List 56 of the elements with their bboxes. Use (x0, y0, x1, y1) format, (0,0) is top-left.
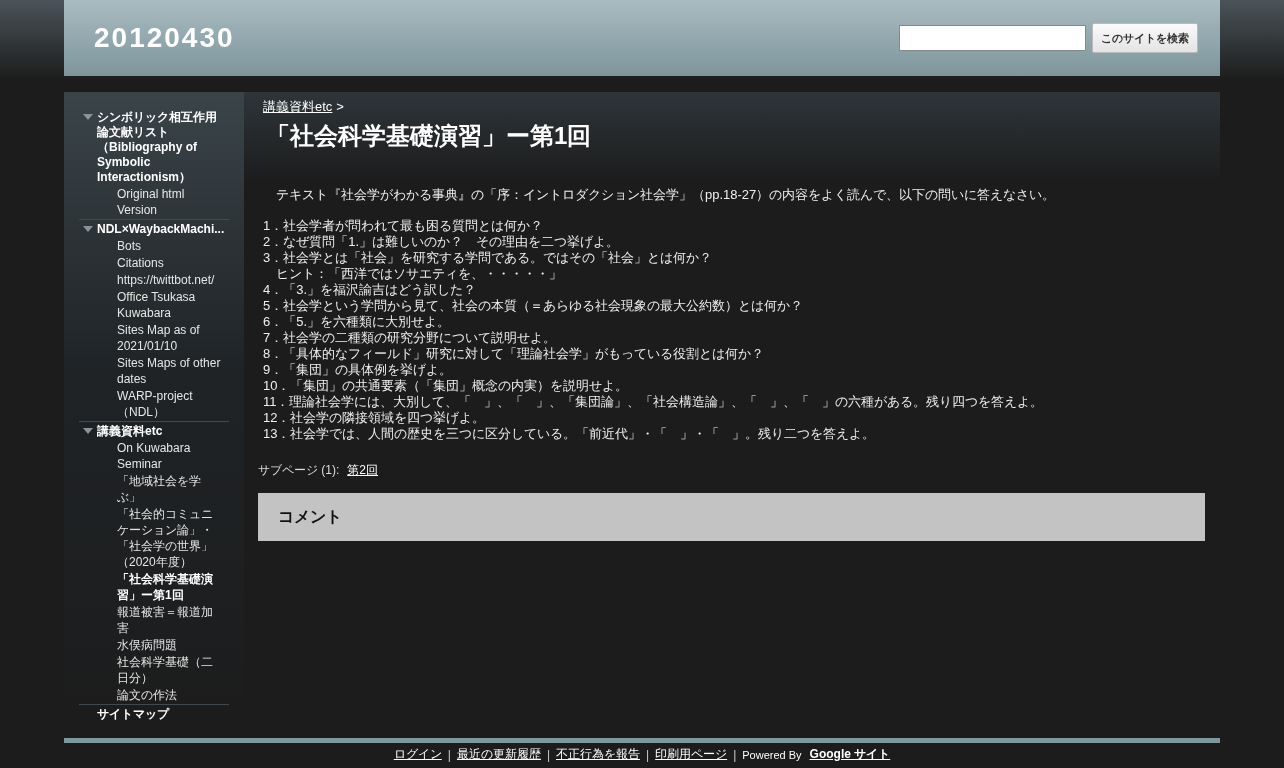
sidebar-link[interactable]: 「社会科学基礎演習」ー第1回 (79, 571, 229, 603)
sidebar-link[interactable]: 「社会的コミュニケーション論」・「社会学の世界」（2020年度） (79, 506, 229, 570)
sidebar-link[interactable]: 「地域社会を学ぶ」 (79, 473, 229, 505)
question-text: 12．社会学の隣接領域を四つ挙げよ。 (263, 410, 487, 426)
sidebar-link[interactable]: Office Tsukasa Kuwabara (79, 289, 229, 321)
expand-triangle-icon[interactable] (83, 428, 93, 434)
question-text: 11．理論社会学には、大別して、「 」、「 」、「集団論」、「社会構造論」、「 」、「 」の六種がある。残り四つを答えよ。 (263, 394, 1045, 410)
comments-heading: コメント (278, 506, 342, 527)
question-text: ヒント：「西洋ではソサエティを、・・・・・」 (275, 266, 563, 282)
question-text: 5．社会学という学問から見て、社会の本質（＝あらゆる社会現象の最大公約数）とは何か？ (263, 298, 805, 314)
sidebar-group-link[interactable]: シンボリック相互作用論文献リスト（Bibliography of Symbolic Interactionism） (97, 110, 229, 185)
expand-triangle-icon[interactable] (83, 114, 93, 120)
sidebar-link[interactable]: Sites Maps of other dates (79, 355, 229, 387)
question-text: 6．「5.」を六種類に大別せよ。 (263, 314, 452, 330)
sidebar-link[interactable]: 論文の作法 (79, 687, 229, 703)
question-text: 9．「集団」の具体例を挙げよ。 (263, 362, 454, 378)
sidebar-link[interactable]: 水俣病問題 (79, 637, 229, 653)
sidebar-link[interactable]: https://twittbot.net/ (79, 272, 229, 288)
sidebar-link[interactable]: Citations (79, 255, 229, 271)
sidebar-link[interactable]: Original html Version (79, 186, 229, 218)
sidebar-link[interactable]: 社会科学基礎（二日分） (79, 654, 229, 686)
sidebar-group-link[interactable]: サイトマップ (97, 707, 173, 722)
question-text: 1．社会学者が問われて最も困る質問とは何か？ (263, 218, 545, 234)
expand-triangle-icon[interactable] (83, 226, 93, 232)
question-text: 2．なぜ質問「1.」は難しいのか？ その理由を二つ挙げよ。 (263, 234, 621, 250)
sidebar-link[interactable]: WARP-project（NDL） (79, 388, 229, 420)
footer-link[interactable]: 印刷用ページ (655, 746, 728, 763)
question-text: 13．社会学では、人間の歴史を三つに区分している。「前近代」・「 」・「 」。残り二つを答えよ。 (263, 426, 877, 442)
question-text: 4．「3.」を福沢諭吉はどう訳した？ (263, 282, 478, 298)
separator: | (447, 747, 451, 762)
breadcrumb-separator: > (336, 99, 344, 114)
footer-link[interactable]: ログイン (393, 746, 442, 763)
powered-by-text: Powered By (742, 748, 802, 761)
question-text: 3．社会学とは「社会」を研究する学問である。ではその「社会」とは何か？ (263, 250, 714, 266)
question-text: 8．「具体的なフィールド」研究に対して「理論社会学」がもっている役割とは何か？ (263, 346, 766, 362)
separator: | (733, 747, 737, 762)
footer-link[interactable]: 不正行為を報告 (556, 746, 640, 763)
page-title: 「社会科学基礎演習」ー第1回 (266, 121, 593, 151)
sidebar-group-link[interactable]: NDL×WaybackMachi... (97, 222, 229, 237)
sidebar-link[interactable]: On Kuwabara Seminar (79, 440, 229, 472)
search-field[interactable] (899, 25, 1086, 51)
question-text: 7．社会学の二種類の研究分野について説明せよ。 (263, 330, 558, 346)
subpages-label: サブページ (1): (258, 463, 340, 477)
brand-link[interactable]: Google サイト (809, 746, 891, 763)
search-button[interactable]: このサイトを検索 (1092, 23, 1198, 53)
subpage-link[interactable]: 第2回 (347, 463, 379, 477)
sidebar-link[interactable]: 報道被害＝報道加害 (79, 604, 229, 636)
question-text: 10．「集団」の共通要素（「集団」概念の内実）を説明せよ。 (263, 378, 630, 394)
sidebar-group-link[interactable]: 講義資料etc (97, 424, 167, 439)
separator: | (646, 747, 650, 762)
intro-paragraph: テキスト『社会学がわかる事典』の「序：イントロダクション社会学」（pp.18-27）の内容をよく読んで、以下の問いに答えなさい。 (275, 186, 1057, 204)
footer-link[interactable]: 最近の更新履歴 (456, 746, 541, 763)
sidebar-link[interactable]: Bots (79, 238, 229, 254)
sidebar-link[interactable]: Sites Map as of 2021/01/10 (79, 322, 229, 354)
separator: | (546, 747, 550, 762)
breadcrumb-link[interactable]: 講義資料etc (263, 99, 333, 114)
